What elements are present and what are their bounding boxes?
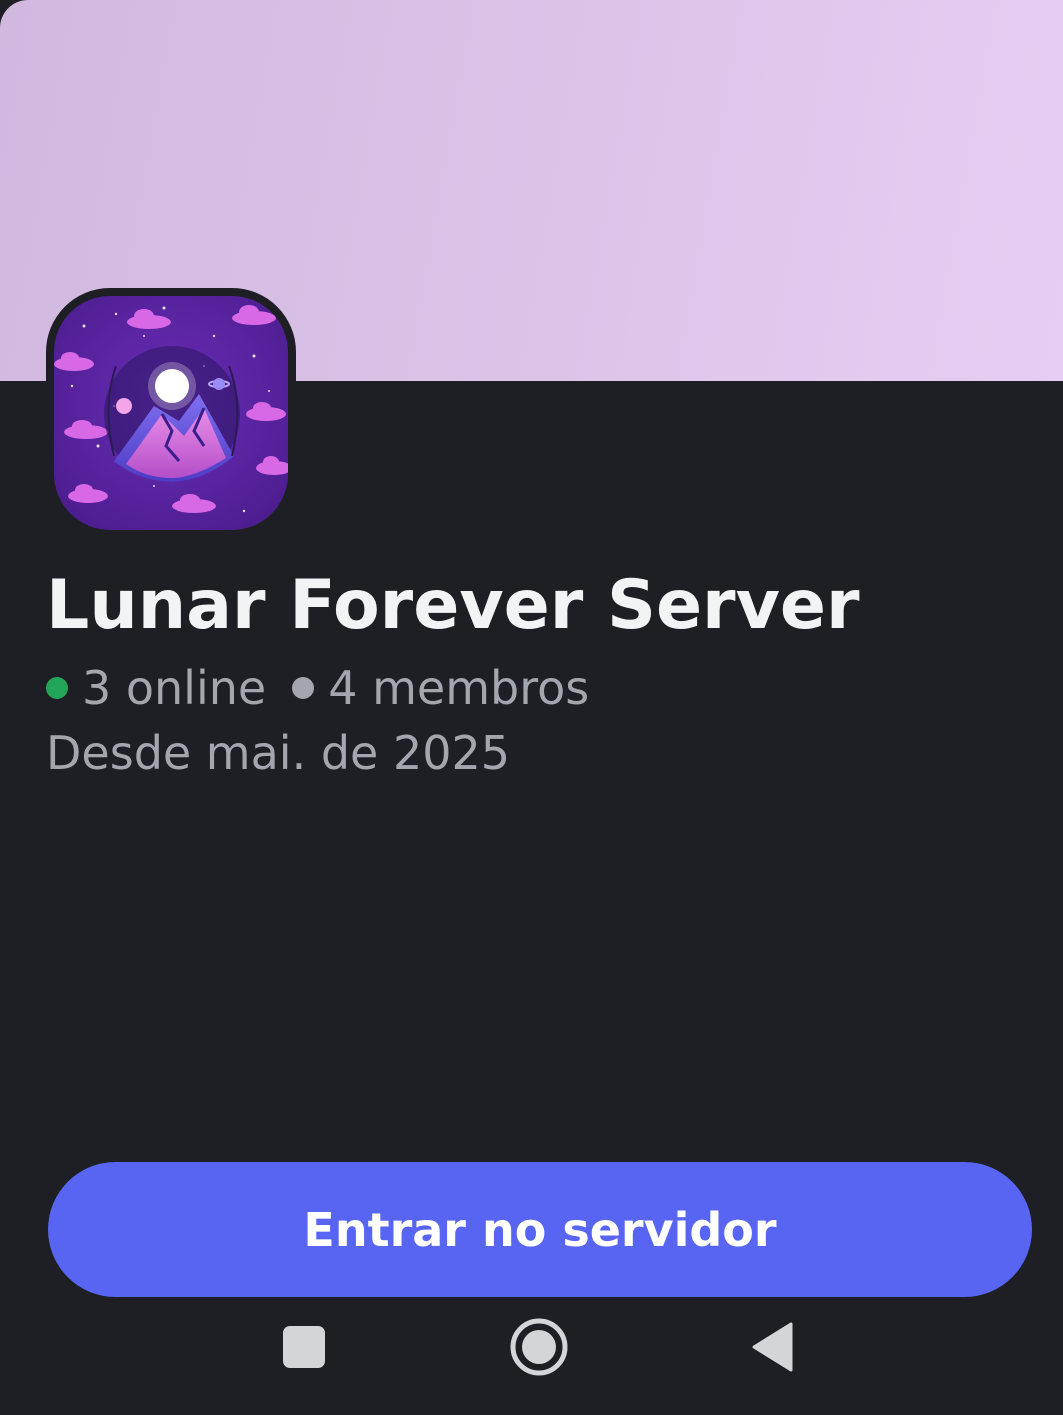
triangle-back-icon <box>752 1322 793 1372</box>
server-icon-frame <box>46 288 296 538</box>
server-icon <box>54 296 288 530</box>
online-count: 3 online <box>82 661 267 715</box>
square-recents-icon <box>283 1326 325 1368</box>
members-dot-icon <box>292 677 315 699</box>
back-button[interactable] <box>723 1297 823 1397</box>
server-created-date: Desde mai. de 2025 <box>46 726 511 780</box>
online-dot-icon <box>46 677 68 699</box>
server-invite-screen: Lunar Forever Server 3 online 4 membros … <box>0 0 1063 1415</box>
android-navigation-bar <box>0 1297 1063 1397</box>
circle-home-icon <box>510 1318 568 1376</box>
server-name: Lunar Forever Server <box>46 566 860 645</box>
server-stats: 3 online 4 membros <box>46 660 589 716</box>
join-server-button[interactable]: Entrar no servidor <box>48 1162 1032 1297</box>
home-button[interactable] <box>489 1297 589 1397</box>
member-count: 4 membros <box>328 661 590 715</box>
recents-button[interactable] <box>254 1297 354 1397</box>
